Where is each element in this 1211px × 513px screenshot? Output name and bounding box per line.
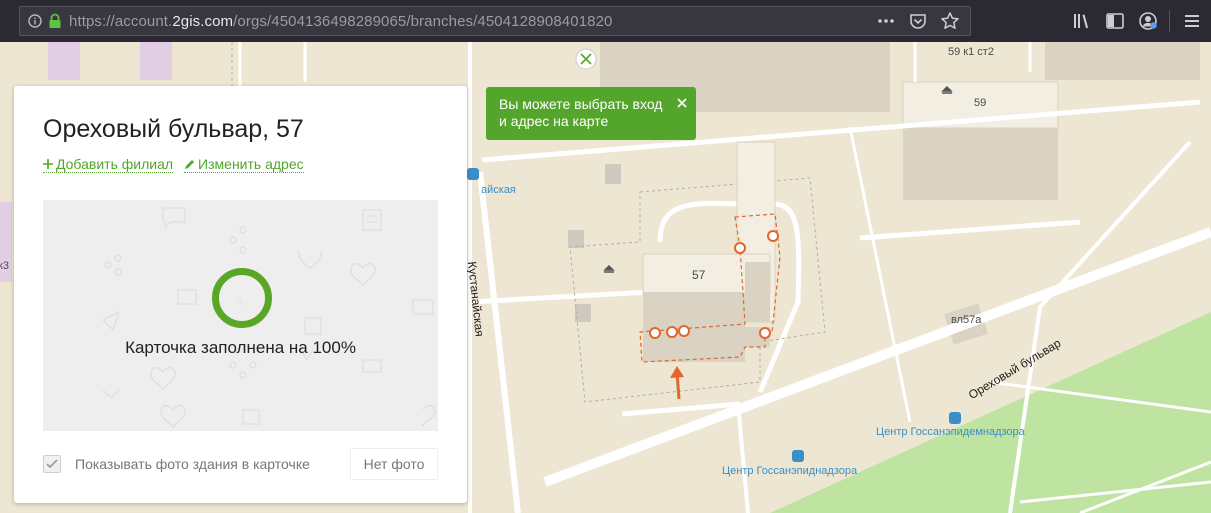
close-icon[interactable] [676,97,688,109]
bus-stop-icon [792,450,804,462]
completion-ring-icon [212,268,272,328]
sidebar-icon[interactable] [1104,10,1126,32]
edit-address-link[interactable]: Изменить адрес [184,156,304,173]
add-branch-link[interactable]: Добавить филиал [43,156,174,173]
label-bus-stop-center1: Центр Госсанэпиднадзора [722,465,858,477]
star-icon[interactable] [940,11,960,31]
account-icon[interactable] [1137,10,1159,32]
bus-stop-icon [467,168,479,180]
entrance-marker [767,230,779,242]
label-vl57a: вл57а [951,314,982,326]
road-kustanayskaya [477,171,521,513]
plus-icon [43,159,53,169]
no-photo-button[interactable]: Нет фото [350,448,438,480]
entrance-marker [734,242,746,254]
lock-icon[interactable] [48,13,62,29]
entrance-marker [649,327,661,339]
map-hint-tooltip: Вы можете выбрать вход и адрес на карте [486,87,696,140]
label-59k1: 59 к1 ст2 [948,46,994,58]
building-left-pink [48,42,80,80]
small-building-2 [568,230,584,248]
building-top-right [1045,42,1200,80]
more-icon[interactable] [876,11,896,31]
card-title: Ореховый бульвар, 57 [43,115,304,143]
main-entrance-arrow [670,366,684,378]
edit-address-label: Изменить адрес [198,156,304,172]
pocket-icon[interactable] [908,11,928,31]
card-photo-area: Карточка заполнена на 100% [43,200,438,431]
checkmark-icon [46,459,58,469]
show-photo-checkbox[interactable] [43,455,61,473]
fill-status: Карточка заполнена на 100% [125,338,356,357]
label-bus-stop-top: айская [481,184,516,196]
info-icon[interactable] [28,14,42,28]
url-text[interactable]: https://account.2gis.com/orgs/4504136498… [69,13,612,30]
label-57: 57 [692,268,706,282]
small-building-1 [605,164,621,184]
bus-stop-icon [949,412,961,424]
pencil-icon [185,159,195,169]
address-bar[interactable]: https://account.2gis.com/orgs/4504136498… [19,6,971,36]
entrance-marker [759,327,771,339]
tooltip-text: Вы можете выбрать вход и адрес на карте [499,96,663,129]
building-left-pink2 [140,42,172,80]
branch-card: Ореховый бульвар, 57 Добавить филиал Изм… [14,86,467,503]
label-left-edge: к3 [0,260,9,272]
entrance-marker [666,326,678,338]
add-branch-label: Добавить филиал [56,156,174,172]
park-area [770,312,1211,513]
menu-icon[interactable] [1181,10,1203,32]
browser-toolbar: https://account.2gis.com/orgs/4504136498… [0,0,1211,42]
label-bus-stop-center2: Центр Госсанэпидемнадзора [876,426,1025,438]
label-59: 59 [974,97,987,109]
entrance-marker [678,325,690,337]
library-icon[interactable] [1071,10,1093,32]
show-photo-label[interactable]: Показывать фото здания в карточке [75,456,310,472]
